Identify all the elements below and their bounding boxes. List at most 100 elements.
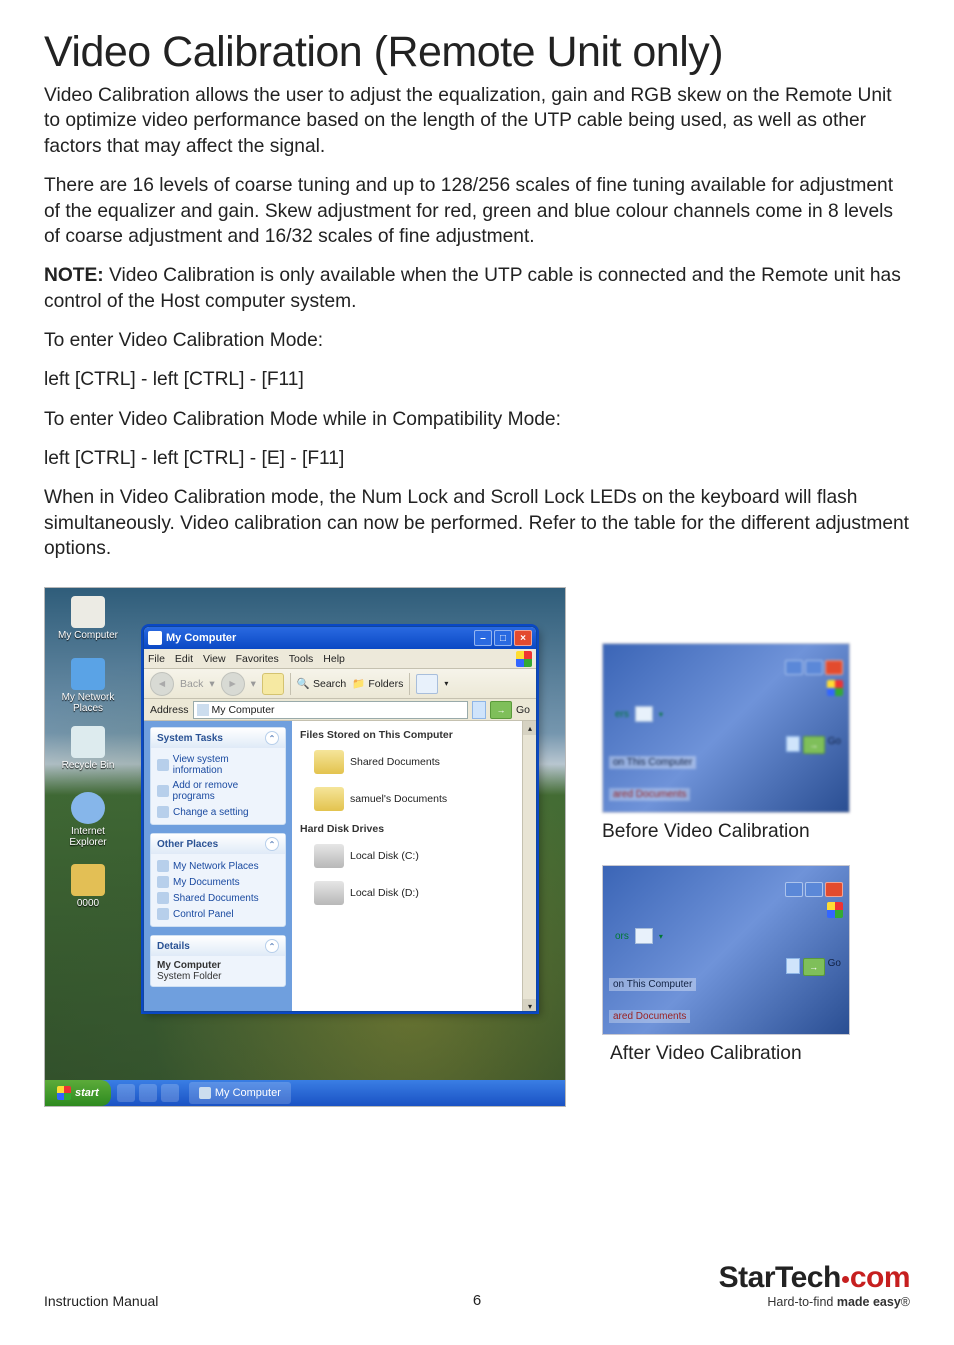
window-titlebar[interactable]: My Computer – □ ×: [144, 627, 536, 649]
views-icon: [635, 706, 653, 722]
go-label: Go: [516, 704, 530, 716]
fragment-text: ared Documents: [609, 788, 690, 801]
forward-button[interactable]: ►: [221, 672, 245, 696]
menu-tools[interactable]: Tools: [289, 653, 314, 665]
go-label: Go: [828, 736, 841, 754]
desktop-icon-folder[interactable]: 0000: [53, 864, 123, 909]
menu-help[interactable]: Help: [323, 653, 345, 665]
item-label: Shared Documents: [350, 756, 440, 768]
item-local-disk-c[interactable]: Local Disk (C:): [300, 841, 514, 878]
quick-launch-item[interactable]: [161, 1084, 179, 1102]
panel-header[interactable]: System Tasks: [157, 733, 223, 744]
paragraph: When in Video Calibration mode, the Num …: [44, 485, 910, 561]
back-label: Back: [180, 678, 203, 690]
task-view-system-info[interactable]: View system information: [157, 752, 279, 778]
task-change-setting[interactable]: Change a setting: [157, 804, 279, 820]
search-button[interactable]: 🔍Search: [297, 677, 346, 690]
fragment-text: on This Computer: [609, 756, 696, 769]
taskbar-button-my-computer[interactable]: My Computer: [189, 1082, 291, 1104]
folder-icon: [157, 876, 169, 888]
screenshot-before: ers▾ →Go on This Computer ared Documents: [602, 643, 850, 813]
caption-after: After Video Calibration: [602, 1043, 882, 1065]
start-button[interactable]: start: [45, 1080, 111, 1106]
item-shared-documents[interactable]: Shared Documents: [300, 747, 514, 784]
item-local-disk-d[interactable]: Local Disk (D:): [300, 878, 514, 915]
panel-details: Details ⌃ My Computer System Folder: [150, 935, 286, 987]
back-button[interactable]: ◄: [150, 672, 174, 696]
page-number: 6: [473, 1292, 481, 1309]
address-bar: Address My Computer → Go: [144, 699, 536, 721]
paragraph: Video Calibration allows the user to adj…: [44, 83, 910, 159]
panel-header[interactable]: Other Places: [157, 839, 218, 850]
desktop-icon-my-computer[interactable]: My Computer: [53, 596, 123, 641]
menu-edit[interactable]: Edit: [175, 653, 193, 665]
chevron-up-icon[interactable]: ⌃: [265, 939, 279, 953]
menu-favorites[interactable]: Favorites: [236, 653, 279, 665]
icon-label: Recycle Bin: [62, 760, 115, 771]
desktop-icon-recycle-bin[interactable]: Recycle Bin: [53, 726, 123, 771]
windows-flag-icon: [827, 902, 843, 918]
key-sequence: left [CTRL] - left [CTRL] - [E] - [F11]: [44, 446, 910, 471]
desktop-icon-network-places[interactable]: My Network Places: [53, 658, 123, 714]
content-pane: Files Stored on This Computer Shared Doc…: [292, 721, 522, 1012]
address-field[interactable]: My Computer: [193, 701, 468, 719]
icon-label: Internet Explorer: [69, 826, 106, 848]
hdd-icon: [314, 881, 344, 905]
place-label: Shared Documents: [173, 893, 259, 904]
scroll-up-icon[interactable]: ▴: [523, 721, 537, 735]
quick-launch-item[interactable]: [117, 1084, 135, 1102]
up-button[interactable]: [262, 673, 284, 695]
details-subtitle: System Folder: [157, 971, 279, 982]
item-label: Local Disk (C:): [350, 850, 419, 862]
task-add-remove-programs[interactable]: Add or remove programs: [157, 778, 279, 804]
scroll-down-icon[interactable]: ▾: [523, 999, 537, 1012]
search-label: Search: [313, 678, 346, 690]
section-files-stored: Files Stored on This Computer: [300, 727, 514, 747]
brand-part: StarTech: [719, 1261, 841, 1294]
item-user-documents[interactable]: samuel's Documents: [300, 784, 514, 821]
details-title: My Computer: [157, 960, 279, 971]
chevron-up-icon[interactable]: ⌃: [265, 731, 279, 745]
panel-header[interactable]: Details: [157, 941, 190, 952]
place-control-panel[interactable]: Control Panel: [157, 906, 279, 922]
tag-part: Hard-to-find: [767, 1295, 836, 1309]
address-value: My Computer: [212, 704, 275, 716]
maximize-button[interactable]: □: [494, 630, 512, 646]
icon-label: My Computer: [58, 630, 118, 641]
section-hard-disk-drives: Hard Disk Drives: [300, 821, 514, 841]
place-shared-documents[interactable]: Shared Documents: [157, 890, 279, 906]
chevron-up-icon[interactable]: ⌃: [265, 837, 279, 851]
windows-flag-icon: [827, 680, 843, 696]
place-network[interactable]: My Network Places: [157, 858, 279, 874]
close-button[interactable]: ×: [514, 630, 532, 646]
dropdown-icon: ▾: [659, 932, 663, 941]
control-panel-icon: [157, 908, 169, 920]
task-label: Add or remove programs: [173, 780, 279, 802]
address-dropdown[interactable]: [472, 701, 486, 719]
dropdown-icon: ▾: [659, 710, 663, 719]
views-button[interactable]: [416, 674, 438, 694]
before-after-column: ers▾ →Go on This Computer ared Documents…: [602, 587, 882, 1107]
settings-icon: [157, 806, 169, 818]
folders-button[interactable]: 📁Folders: [352, 677, 403, 690]
scrollbar[interactable]: ▴ ▾: [522, 721, 536, 1012]
go-icon: →: [803, 958, 825, 976]
go-button[interactable]: →: [490, 701, 512, 719]
figures-row: My Computer My Network Places Recycle Bi…: [44, 587, 910, 1107]
window-title: My Computer: [166, 632, 236, 644]
minimize-button[interactable]: –: [474, 630, 492, 646]
place-my-documents[interactable]: My Documents: [157, 874, 279, 890]
desktop-icon-ie[interactable]: Internet Explorer: [53, 792, 123, 848]
minimize-icon: [785, 882, 803, 897]
windows-desktop: My Computer My Network Places Recycle Bi…: [44, 587, 566, 1107]
menu-view[interactable]: View: [203, 653, 226, 665]
minimize-icon: [785, 660, 803, 675]
quick-launch-item[interactable]: [139, 1084, 157, 1102]
dot-icon: [842, 1276, 849, 1283]
forward-dropdown[interactable]: ▾: [251, 678, 256, 690]
place-label: Control Panel: [173, 909, 234, 920]
views-dropdown[interactable]: ▾: [444, 679, 448, 688]
brand-logo: StarTechcom: [719, 1261, 910, 1295]
back-dropdown[interactable]: ▾: [209, 678, 214, 690]
menu-file[interactable]: File: [148, 653, 165, 665]
